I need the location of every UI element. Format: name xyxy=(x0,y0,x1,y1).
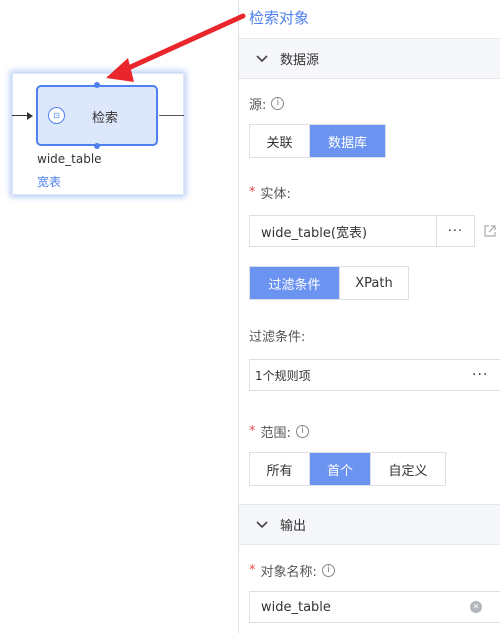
object-name-label-text: 对象名称: xyxy=(260,565,317,580)
properties-panel: 检索对象 数据源 源: i 关联 数据库 * 实体: wide_table(宽表… xyxy=(238,0,500,633)
output-section-header[interactable]: 输出 xyxy=(239,504,500,545)
flow-canvas[interactable]: ⊡ 检索 wide_table 宽表 xyxy=(0,0,238,633)
object-name-field-label: * 对象名称: i xyxy=(249,561,335,580)
open-entity-icon[interactable] xyxy=(483,224,497,238)
search-flow-icon: ⊡ xyxy=(48,107,65,124)
chevron-down-icon xyxy=(255,518,269,532)
source-field-label: 源: i xyxy=(249,94,285,113)
scope-field-label: * 范围: i xyxy=(249,422,309,441)
node-entity-name: wide_table xyxy=(37,152,102,166)
required-marker: * xyxy=(249,563,256,578)
scope-toggle: 所有 首个 自定义 xyxy=(249,452,446,486)
search-node-label: 检索 xyxy=(92,111,119,126)
incoming-edge-arrowhead xyxy=(27,112,33,120)
filter-rules-field[interactable]: 1个规则项 ··· xyxy=(249,359,500,391)
source-toggle: 关联 数据库 xyxy=(249,124,386,158)
object-name-value: wide_table xyxy=(261,599,331,615)
info-icon[interactable]: i xyxy=(321,564,335,577)
info-icon[interactable]: i xyxy=(295,425,309,438)
clear-icon[interactable]: ✕ xyxy=(470,601,482,613)
tab-xpath[interactable]: XPath xyxy=(340,267,408,299)
more-options-icon[interactable]: ··· xyxy=(472,367,500,383)
filter-mode-tabs: 过滤条件 XPath xyxy=(249,266,409,300)
scope-option-first[interactable]: 首个 xyxy=(310,453,371,485)
datasource-section-header[interactable]: 数据源 xyxy=(239,38,500,79)
object-name-input[interactable]: wide_table ✕ xyxy=(249,591,500,623)
filter-label-text: 过滤条件: xyxy=(249,330,306,345)
required-marker: * xyxy=(249,424,256,439)
node-port-top[interactable] xyxy=(94,82,100,88)
node-entity-type: 宽表 xyxy=(37,175,62,189)
entity-field-label: * 实体: xyxy=(249,183,291,202)
entity-value: wide_table(宽表) xyxy=(261,225,368,241)
scope-option-custom[interactable]: 自定义 xyxy=(371,453,445,485)
node-port-bottom[interactable] xyxy=(94,143,100,149)
chevron-down-icon xyxy=(255,52,269,66)
required-marker: * xyxy=(249,185,256,200)
filter-rules-value: 1个规则项 xyxy=(255,368,311,383)
info-icon[interactable]: i xyxy=(271,97,285,110)
entity-picker-button[interactable]: ··· xyxy=(436,216,474,246)
source-option-related[interactable]: 关联 xyxy=(250,125,310,157)
scope-option-all[interactable]: 所有 xyxy=(250,453,310,485)
output-section-label: 输出 xyxy=(280,519,307,534)
datasource-section-label: 数据源 xyxy=(280,53,320,68)
entity-field[interactable]: wide_table(宽表) ··· xyxy=(249,215,475,247)
scope-label-text: 范围: xyxy=(260,426,291,441)
tab-filter-conditions[interactable]: 过滤条件 xyxy=(250,267,340,299)
panel-title: 检索对象 xyxy=(249,9,310,27)
outgoing-edge xyxy=(159,115,184,116)
source-option-database[interactable]: 数据库 xyxy=(310,125,385,157)
source-label-text: 源: xyxy=(249,98,267,113)
filter-field-label: 过滤条件: xyxy=(249,326,305,345)
entity-label-text: 实体: xyxy=(260,187,291,202)
